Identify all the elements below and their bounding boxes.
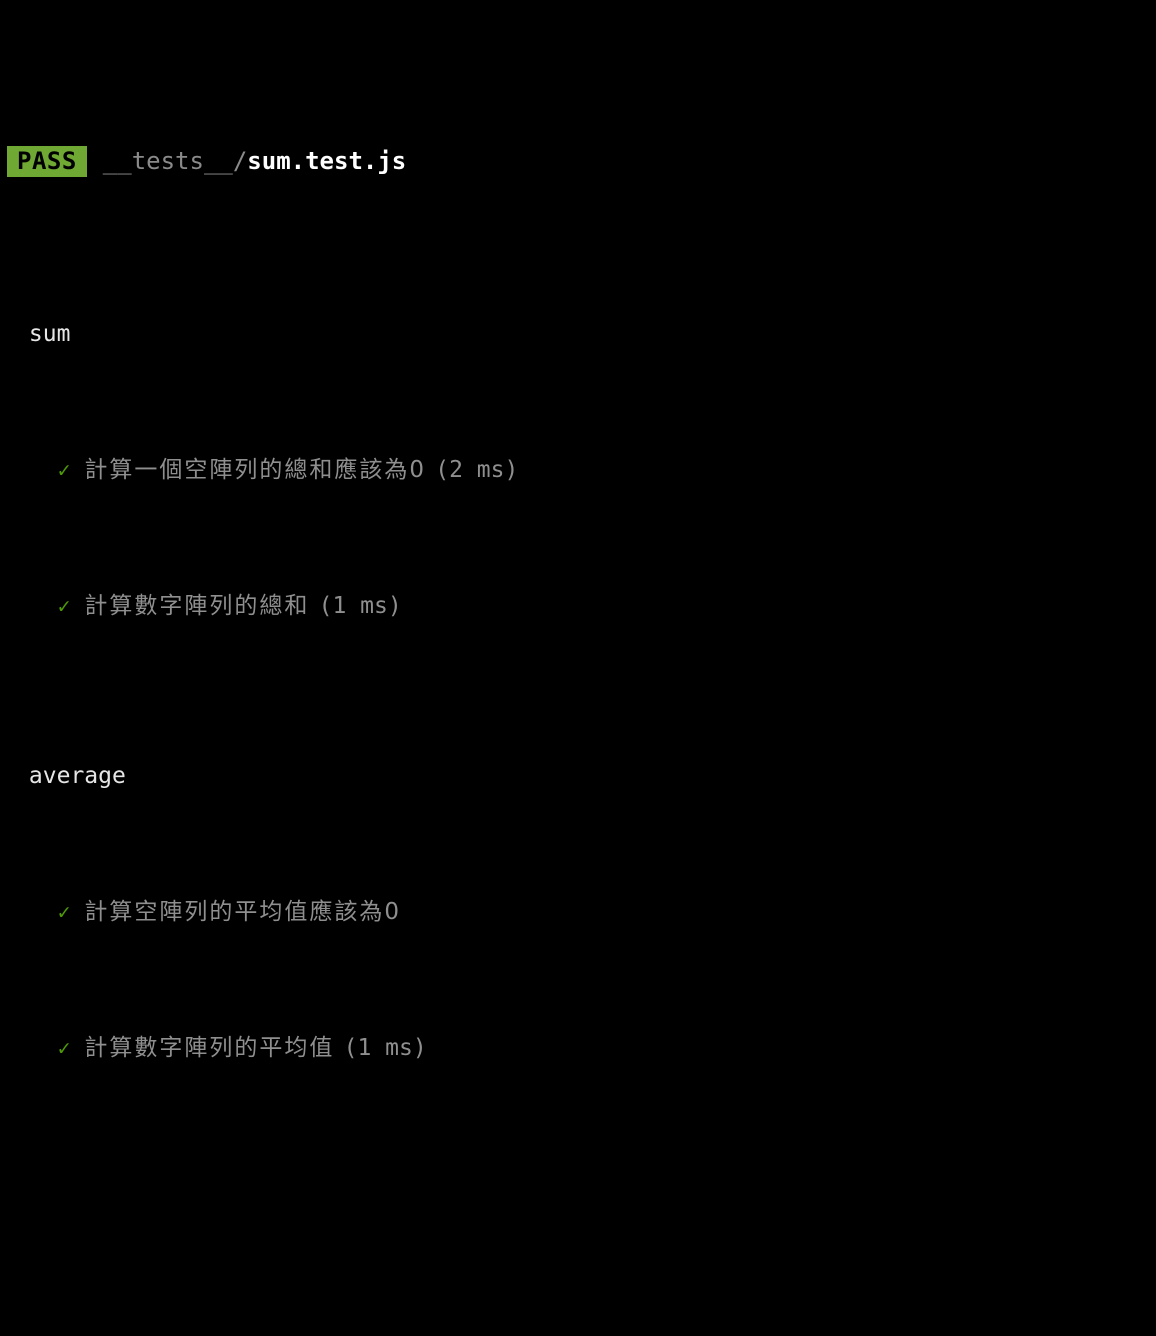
suite-title-sum: sum (0, 316, 1156, 350)
status-badge: PASS (7, 145, 87, 177)
check-icon: ✓ (57, 900, 71, 924)
test-case-duration: (1 ms) (343, 1035, 427, 1061)
test-case-description: 計算數字陣列的平均值 (84, 1035, 335, 1061)
test-case-duration: (2 ms) (435, 457, 519, 483)
test-case-row: ✓ 計算數字陣列的總和 (1 ms) (0, 588, 1156, 622)
terminal-output: PASS __tests__/sum.test.js sum ✓ 計算一個空陣列的… (0, 0, 1156, 1061)
test-case-duration: (1 ms) (318, 593, 402, 619)
test-case-description: 計算一個空陣列的總和應該為0 (84, 457, 426, 483)
test-case-row: ✓ 計算數字陣列的平均值 (1 ms) (0, 1030, 1156, 1064)
test-file-path-prefix: __tests__/ (102, 147, 248, 175)
suite-title-average: average (0, 758, 1156, 792)
test-case-row: ✓ 計算空陣列的平均值應該為0 (0, 894, 1156, 928)
test-case-description: 計算空陣列的平均值應該為0 (84, 899, 401, 925)
check-icon: ✓ (57, 594, 71, 618)
test-case-description: 計算數字陣列的總和 (84, 593, 310, 619)
suite-name-label: average (28, 763, 126, 789)
test-case-row: ✓ 計算一個空陣列的總和應該為0 (2 ms) (0, 452, 1156, 486)
check-icon: ✓ (57, 458, 71, 482)
test-suite-header: PASS __tests__/sum.test.js (0, 136, 1156, 180)
check-icon: ✓ (57, 1036, 71, 1060)
test-file-name: sum.test.js (247, 147, 407, 175)
suite-name-label: sum (28, 321, 71, 347)
